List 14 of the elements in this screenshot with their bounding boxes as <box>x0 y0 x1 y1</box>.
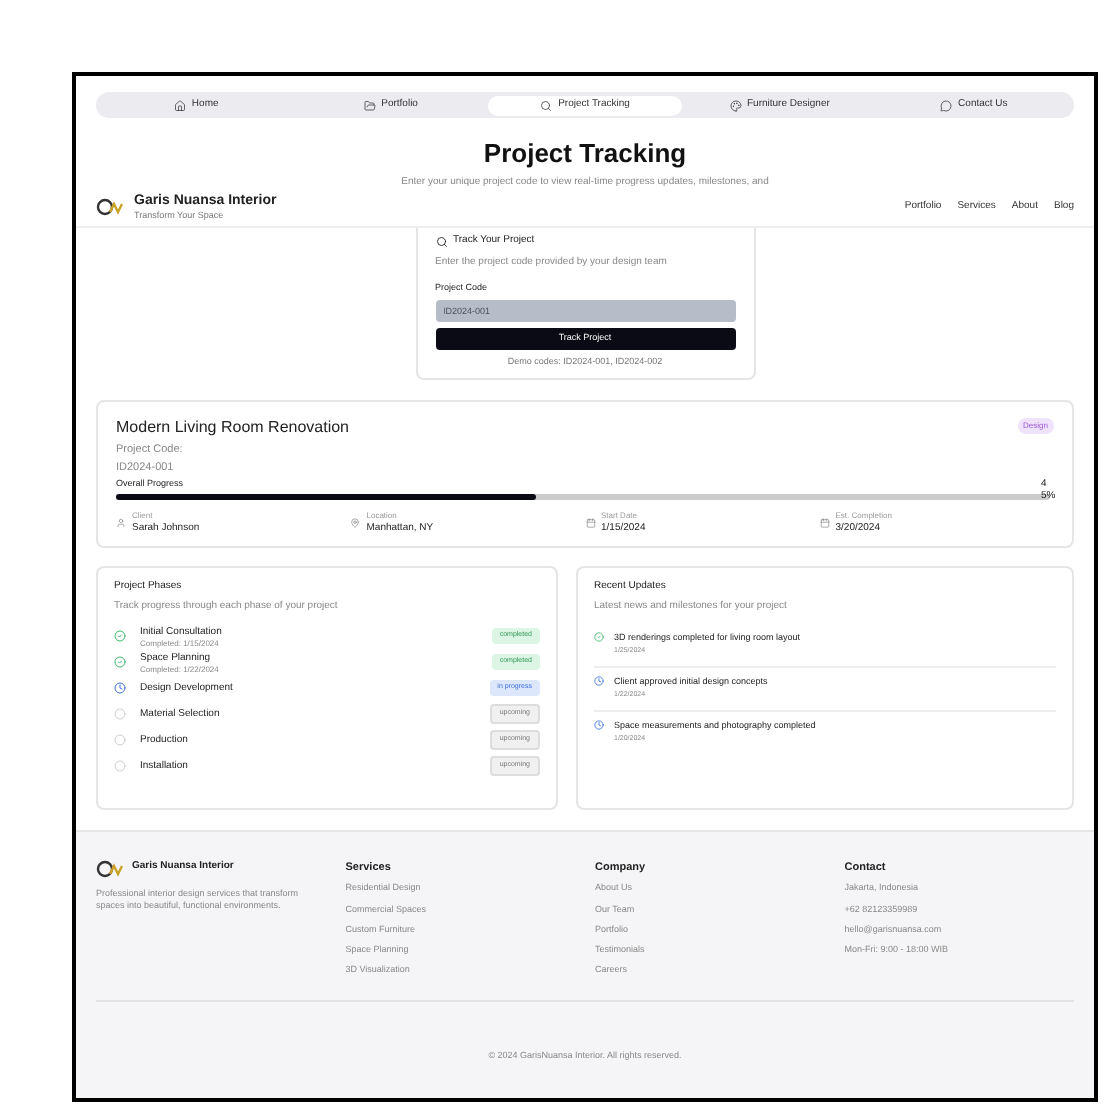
chat-bubble-icon <box>940 99 953 111</box>
search-icon <box>435 235 447 248</box>
logo-icon <box>96 198 124 216</box>
palette-icon <box>729 99 741 111</box>
map-pin-icon <box>350 518 361 529</box>
project-name: Modern Living Room Renovation <box>116 417 350 437</box>
person-icon <box>116 518 126 529</box>
page-title: Project Tracking <box>481 138 689 170</box>
logo-icon <box>96 859 124 877</box>
folder-icon <box>363 99 376 111</box>
search-icon <box>540 99 553 111</box>
home-icon <box>173 99 186 111</box>
calendar-icon <box>819 518 830 529</box>
calendar-icon <box>585 518 595 529</box>
